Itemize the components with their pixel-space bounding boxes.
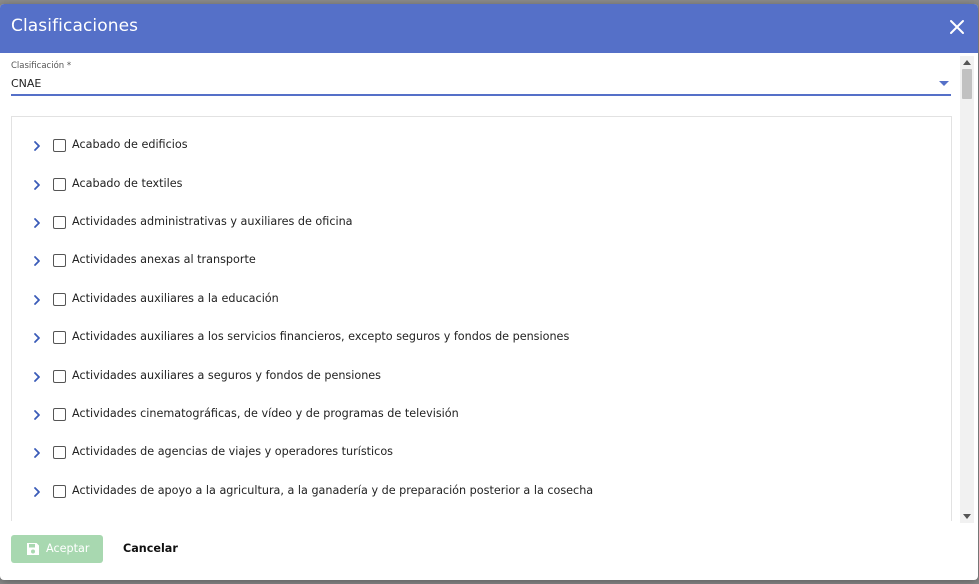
tree-item-checkbox[interactable] [53, 293, 66, 306]
close-icon[interactable] [948, 18, 966, 36]
tree-item-label: Acabado de textiles [72, 177, 183, 190]
tree-item[interactable]: Actividades administrativas y auxiliares… [12, 209, 951, 239]
tree-item[interactable]: Actividades auxiliares a la educación [12, 286, 951, 316]
chevron-right-icon[interactable] [31, 255, 43, 267]
select-underline [11, 94, 951, 96]
tree-item[interactable]: Actividades anexas al transporte [12, 247, 951, 277]
tree-item-checkbox[interactable] [53, 370, 66, 383]
tree-item-label: Actividades de apoyo a la agricultura, a… [72, 484, 594, 497]
tree-item-checkbox[interactable] [53, 139, 66, 152]
scrollbar[interactable] [960, 56, 974, 523]
tree-item-checkbox[interactable] [53, 485, 66, 498]
chevron-right-icon[interactable] [31, 447, 43, 459]
tree-item[interactable]: Actividades de apoyo a la agricultura, a… [12, 478, 951, 508]
chevron-right-icon[interactable] [31, 179, 43, 191]
accept-button-label: Aceptar [46, 542, 90, 555]
chevron-right-icon[interactable] [31, 140, 43, 152]
tree-item-label: Actividades auxiliares a seguros y fondo… [72, 369, 382, 382]
tree-item-label: Actividades auxiliares a la educación [72, 292, 279, 305]
save-icon [27, 543, 39, 555]
scroll-down-icon[interactable] [963, 514, 971, 519]
classifications-dialog: Clasificaciones Clasificación * CNAE Aca… [0, 4, 978, 580]
tree-item-label: Actividades auxiliares a los servicios f… [72, 330, 570, 343]
chevron-right-icon[interactable] [31, 217, 43, 229]
tree-item-checkbox[interactable] [53, 216, 66, 229]
scrollbar-thumb[interactable] [962, 69, 972, 99]
dropdown-arrow-icon[interactable] [939, 81, 949, 86]
classification-value[interactable]: CNAE [11, 77, 41, 90]
tree-item-label: Actividades anexas al transporte [72, 253, 256, 266]
tree-item-label: Actividades administrativas y auxiliares… [72, 215, 353, 228]
tree-item[interactable]: Actividades auxiliares a los servicios f… [12, 324, 951, 354]
chevron-right-icon[interactable] [31, 486, 43, 498]
accept-button[interactable]: Aceptar [11, 535, 103, 563]
tree-item-label: Actividades cinematográficas, de vídeo y… [72, 407, 459, 420]
chevron-right-icon[interactable] [31, 371, 43, 383]
chevron-right-icon[interactable] [31, 294, 43, 306]
dialog-header: Clasificaciones [0, 4, 978, 53]
chevron-right-icon[interactable] [31, 409, 43, 421]
cancel-button-label: Cancelar [123, 542, 178, 555]
tree-item-checkbox[interactable] [53, 254, 66, 267]
tree-item-checkbox[interactable] [53, 178, 66, 191]
tree-item-checkbox[interactable] [53, 446, 66, 459]
tree-item[interactable]: Acabado de textiles [12, 171, 951, 201]
chevron-right-icon[interactable] [31, 332, 43, 344]
tree-item-checkbox[interactable] [53, 408, 66, 421]
classification-select[interactable]: Clasificación * CNAE [11, 59, 951, 96]
classification-tree: Acabado de edificios Acabado de textiles… [11, 116, 952, 521]
tree-item-checkbox[interactable] [53, 331, 66, 344]
tree-item[interactable]: Actividades cinematográficas, de vídeo y… [12, 401, 951, 431]
tree-item[interactable]: Acabado de edificios [12, 132, 951, 162]
tree-item-label: Acabado de edificios [72, 138, 188, 151]
tree-item-label: Actividades de agencias de viajes y oper… [72, 445, 393, 458]
tree-item[interactable]: Actividades auxiliares a seguros y fondo… [12, 363, 951, 393]
dialog-title: Clasificaciones [11, 16, 139, 36]
tree-item[interactable]: Actividades de agencias de viajes y oper… [12, 439, 951, 469]
scroll-up-icon[interactable] [963, 60, 971, 65]
classification-label: Clasificación * [11, 61, 72, 71]
cancel-button[interactable]: Cancelar [112, 535, 186, 563]
